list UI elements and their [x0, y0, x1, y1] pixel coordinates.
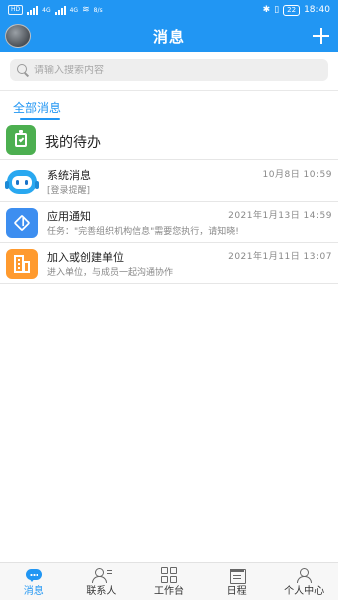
cube-icon — [6, 208, 38, 238]
signal-icon — [27, 5, 39, 15]
message-item-app-notice[interactable]: 应用通知 2021年1月13日 14:59 任务："完善组织机构信息"需要您执行… — [0, 202, 338, 243]
add-button[interactable] — [310, 25, 332, 47]
message-title: 加入或创建单位 — [47, 251, 124, 264]
tab-all-messages[interactable]: 全部消息 — [13, 99, 61, 116]
nav-profile[interactable]: 个人中心 — [270, 563, 338, 600]
message-item-system[interactable]: 系统消息 10月8日 10:59 [登录提醒] — [0, 161, 338, 202]
wifi-icon: ≋ — [82, 5, 90, 15]
nav-messages[interactable]: 消息 — [0, 563, 68, 600]
message-preview: 进入单位，与成员一起沟通协作 — [47, 268, 174, 278]
robot-icon — [5, 167, 39, 197]
search-icon — [16, 63, 30, 77]
nav-contacts[interactable]: 联系人 — [68, 563, 136, 600]
message-preview: [登录提醒] — [47, 186, 91, 196]
calendar-icon — [228, 567, 246, 584]
search-bar[interactable] — [10, 59, 328, 81]
nav-label: 消息 — [23, 586, 44, 597]
message-tabs: 全部消息 — [0, 90, 338, 120]
nav-workbench[interactable]: 工作台 — [135, 563, 203, 600]
bluetooth-icon: ✱ — [262, 5, 271, 15]
page-title: 消息 — [152, 28, 185, 46]
app-header: 消息 — [0, 20, 338, 52]
message-time: 2021年1月13日 14:59 — [228, 211, 332, 221]
search-input[interactable] — [34, 64, 314, 76]
hd-indicator: HD — [8, 5, 24, 15]
nav-label: 个人中心 — [284, 586, 325, 597]
signal-icon-2 — [54, 5, 66, 15]
nav-label: 工作台 — [153, 586, 184, 597]
battery-indicator: 22 — [283, 4, 301, 16]
nav-label: 联系人 — [86, 586, 117, 597]
bottom-nav: 消息 联系人 工作台 日程 个人中心 — [0, 562, 338, 600]
signal-label-2: 4G — [69, 6, 79, 14]
chat-bubble-icon — [25, 567, 43, 583]
message-time: 2021年1月11日 13:07 — [228, 252, 332, 262]
nav-schedule[interactable]: 日程 — [203, 563, 271, 600]
person-icon — [295, 567, 313, 583]
building-icon — [6, 249, 38, 279]
todo-label: 我的待办 — [45, 135, 101, 151]
status-bar: HD 4G 4G ≋ 8/s ✱ ▯ 22 18:40 — [0, 0, 338, 20]
nav-label: 日程 — [226, 586, 247, 597]
contacts-icon — [92, 567, 113, 583]
message-preview: 任务："完善组织机构信息"需要您执行，请知晓! — [47, 227, 239, 237]
message-title: 应用通知 — [47, 210, 91, 223]
clock: 18:40 — [304, 5, 330, 15]
network-speed: 8/s — [93, 6, 103, 14]
clipboard-check-icon — [6, 125, 36, 155]
message-title: 系统消息 — [47, 169, 91, 182]
todo-row[interactable]: 我的待办 — [0, 122, 338, 160]
message-item-join-org[interactable]: 加入或创建单位 2021年1月11日 13:07 进入单位，与成员一起沟通协作 — [0, 243, 338, 284]
vibrate-icon: ▯ — [274, 5, 280, 15]
message-time: 10月8日 10:59 — [262, 170, 332, 180]
tab-active-indicator — [20, 118, 60, 120]
signal-label: 4G — [42, 6, 51, 14]
grid-icon — [160, 567, 178, 583]
